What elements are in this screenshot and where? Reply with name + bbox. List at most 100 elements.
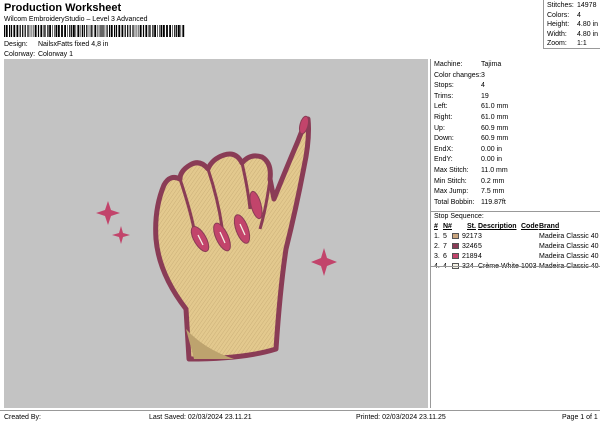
page-number: Page 1 of 1 bbox=[562, 414, 598, 421]
cell-desc: 3 bbox=[478, 233, 482, 240]
hand-shape bbox=[153, 116, 311, 362]
machine-info-row: Left: 61.0 mm bbox=[434, 103, 508, 110]
info-value: Tajima bbox=[481, 61, 502, 68]
colorway-row: Colorway: Colorway 1 bbox=[4, 51, 73, 58]
info-value: 11.0 mm bbox=[481, 167, 508, 174]
machine-info-row: Up: 60.9 mm bbox=[434, 125, 508, 132]
cell-n: 7 bbox=[443, 243, 447, 250]
col-description: Description bbox=[478, 223, 517, 230]
cell-num: 2. bbox=[434, 243, 440, 250]
sparkle-1 bbox=[96, 201, 120, 225]
info-label: Max Stitch: bbox=[434, 167, 469, 174]
info-label: EndY: bbox=[434, 156, 453, 164]
machine-info-row: Max Jump: 7.5 mm bbox=[434, 188, 504, 195]
stat-width: Width: 4.80 in bbox=[547, 30, 599, 38]
info-value: 0.00 in bbox=[481, 156, 503, 164]
table-row[interactable]: 2. 7 3246 5 Madeira Classic 40 bbox=[431, 243, 600, 253]
color-swatch bbox=[452, 253, 459, 259]
info-value: 0.00 in bbox=[481, 145, 503, 153]
machine-info-row: Max Stitch: 11.0 mm bbox=[434, 167, 508, 174]
machine-info-row: Trims: 19 bbox=[434, 93, 489, 100]
divider bbox=[431, 266, 600, 267]
cell-n: 6 bbox=[443, 253, 447, 260]
table-row[interactable]: 4. 4 324 Crème White 1003 Madeira Classic 40 bbox=[431, 263, 600, 273]
cell-desc: 4 bbox=[478, 253, 482, 260]
info-label: Total Bobbin: bbox=[434, 198, 475, 206]
info-value: 0.2 mm bbox=[481, 177, 505, 185]
cell-num: 3. bbox=[434, 253, 440, 260]
info-label: Down: bbox=[434, 135, 454, 143]
info-value: 19 bbox=[481, 92, 489, 100]
info-label: Stops: bbox=[434, 82, 454, 90]
machine-info-row: Color changes:3 bbox=[434, 72, 485, 79]
info-label: Max Jump: bbox=[434, 188, 469, 196]
machine-info-row: EndY: 0.00 in bbox=[434, 156, 502, 163]
created-by: Created By: bbox=[4, 414, 41, 421]
colorway-label: Colorway: bbox=[4, 51, 36, 58]
info-value: 7.5 mm bbox=[481, 188, 505, 196]
design-preview-canvas[interactable] bbox=[4, 59, 428, 408]
footer: Created By: Last Saved: 02/03/2024 23.11… bbox=[0, 410, 600, 424]
col-num: # bbox=[434, 223, 438, 230]
divider bbox=[431, 211, 600, 212]
col-code: Code bbox=[521, 223, 539, 230]
machine-info-row: Stops: 4 bbox=[434, 82, 485, 89]
cell-brand: Madeira Classic 40 bbox=[539, 243, 599, 250]
info-label: Left: bbox=[434, 103, 448, 111]
software-name: Wilcom EmbroideryStudio – Level 3 Advanc… bbox=[4, 16, 148, 23]
col-n: N# bbox=[443, 223, 452, 230]
stat-height: Height: 4.80 in bbox=[547, 21, 599, 28]
last-saved: Last Saved: 02/03/2024 23.11.21 bbox=[149, 414, 252, 421]
info-value: 60.9 mm bbox=[481, 135, 509, 143]
stat-stitches: Stitches: 14978 bbox=[547, 2, 597, 9]
machine-info-row: Down: 60.9 mm bbox=[434, 135, 508, 142]
info-label: Min Stitch: bbox=[434, 177, 467, 185]
cell-stitches: 3246 bbox=[462, 243, 478, 250]
cell-n: 5 bbox=[443, 233, 447, 240]
stats-box: Stitches: 14978 Colors: 4 Height: 4.80 in W… bbox=[543, 0, 600, 49]
barcode bbox=[4, 25, 185, 37]
sparkle-3 bbox=[311, 248, 337, 276]
color-swatch bbox=[452, 243, 459, 249]
cell-stitches: 9217 bbox=[462, 233, 478, 240]
info-value: 3 bbox=[481, 71, 485, 79]
machine-info-row: Right: 61.0 mm bbox=[434, 114, 508, 121]
color-swatch bbox=[452, 233, 459, 239]
cell-desc: 5 bbox=[478, 243, 482, 250]
info-value: 61.0 mm bbox=[481, 114, 509, 121]
col-st: St. bbox=[467, 223, 476, 230]
info-panel: Machine: Tajima Color changes:3 Stops: 4 Trim… bbox=[430, 59, 600, 408]
embroidery-design bbox=[96, 115, 337, 362]
cell-stitches: 2189 bbox=[462, 253, 478, 260]
stat-colors: Colors: 4 bbox=[547, 11, 581, 19]
page-title: Production Worksheet bbox=[4, 2, 122, 14]
info-label: Trims: bbox=[434, 92, 454, 100]
col-brand: Brand bbox=[539, 223, 560, 230]
stat-zoom: Zoom: 1:1 bbox=[547, 40, 587, 47]
machine-info-row: Machine: Tajima bbox=[434, 61, 501, 68]
design-value: NailsxFatts fixed 4,8 in bbox=[37, 41, 109, 48]
info-label: EndX: bbox=[434, 145, 454, 153]
info-value: 119.87ft bbox=[481, 198, 506, 206]
colorway-value: Colorway 1 bbox=[37, 51, 73, 58]
design-label: Design: bbox=[4, 41, 28, 48]
table-row[interactable]: 1. 5 9217 3 Madeira Classic 40 bbox=[431, 233, 600, 243]
info-label: Up: bbox=[434, 124, 445, 132]
info-label: Color changes: bbox=[434, 71, 482, 79]
cell-num: 1. bbox=[434, 233, 440, 240]
info-value: 60.9 mm bbox=[481, 124, 509, 132]
sparkle-2 bbox=[112, 226, 130, 244]
info-label: Right: bbox=[434, 114, 453, 121]
cell-brand: Madeira Classic 40 bbox=[539, 233, 599, 240]
info-label: Machine: bbox=[434, 61, 463, 68]
cell-brand: Madeira Classic 40 bbox=[539, 253, 599, 260]
machine-info-row: Total Bobbin: 119.87ft bbox=[434, 199, 506, 206]
table-row[interactable]: 3. 6 2189 4 Madeira Classic 40 bbox=[431, 253, 600, 263]
info-value: 61.0 mm bbox=[481, 103, 509, 111]
machine-info-row: EndX: 0.00 in bbox=[434, 146, 502, 153]
info-value: 4 bbox=[481, 82, 485, 90]
printed-date: Printed: 02/03/2024 23.11.25 bbox=[356, 414, 446, 421]
stop-sequence-title: Stop Sequence: bbox=[434, 213, 484, 220]
design-row: Design: NailsxFatts fixed 4,8 in bbox=[4, 41, 108, 48]
machine-info-row: Min Stitch: 0.2 mm bbox=[434, 178, 504, 185]
